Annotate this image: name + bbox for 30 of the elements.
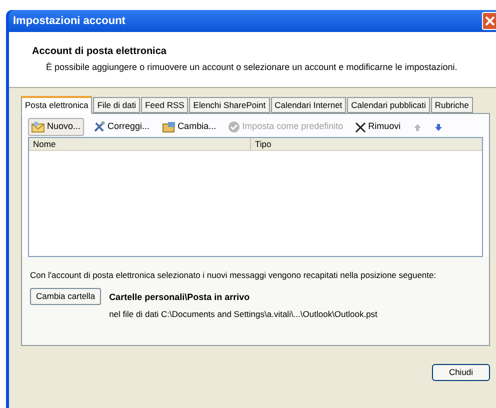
tab[interactable]: Calendari pubblicati <box>347 97 430 113</box>
column-header[interactable]: Tipo <box>251 138 482 150</box>
close-icon <box>355 122 366 132</box>
close-dialog-button[interactable]: Chiudi <box>432 364 490 381</box>
data-file-path: nel file di dati C:\Documents and Settings\a.vitali\...\Outlook\Outlook.pst <box>109 308 378 321</box>
checkmark-circle-icon <box>228 121 240 133</box>
tab[interactable]: Elenchi SharePoint <box>189 97 270 113</box>
close-icon <box>485 16 495 26</box>
tab[interactable]: Posta elettronica <box>21 96 92 114</box>
toolbar-button[interactable]: Correggi... <box>90 118 153 136</box>
change-folder-button[interactable]: Cambia cartella <box>30 288 102 305</box>
window-title: Impostazioni account <box>13 14 126 29</box>
close-button[interactable] <box>482 12 496 30</box>
card-icon <box>162 121 176 133</box>
envelope-icon <box>31 121 45 133</box>
column-header[interactable]: Nome <box>29 138 251 150</box>
tab[interactable]: Rubriche <box>430 97 473 113</box>
arrow-up-icon <box>412 122 422 132</box>
header-title: Account di posta elettronica <box>32 45 168 59</box>
arrow-down-icon <box>434 122 443 132</box>
tab[interactable]: Feed RSS <box>141 97 188 113</box>
toolbar-button[interactable]: Nuovo... <box>28 118 84 136</box>
delivery-info: Con l'account di posta elettronica selezionato i nuovi messaggi vengono recapitati nella posizione seguente: <box>30 269 438 282</box>
toolbar-button[interactable]: Cambia... <box>158 118 220 136</box>
tools-icon <box>92 121 106 133</box>
toolbar-button[interactable]: Rimuovi <box>352 118 404 136</box>
tab[interactable]: Calendari Internet <box>270 97 346 113</box>
header-description: È possibile aggiungere o rimuovere un account o selezionare un account e modificarne le impostazioni. <box>45 61 458 74</box>
folder-path: Cartelle personali\Posta in arrivo <box>109 290 251 304</box>
tab[interactable]: File di dati <box>93 97 140 113</box>
